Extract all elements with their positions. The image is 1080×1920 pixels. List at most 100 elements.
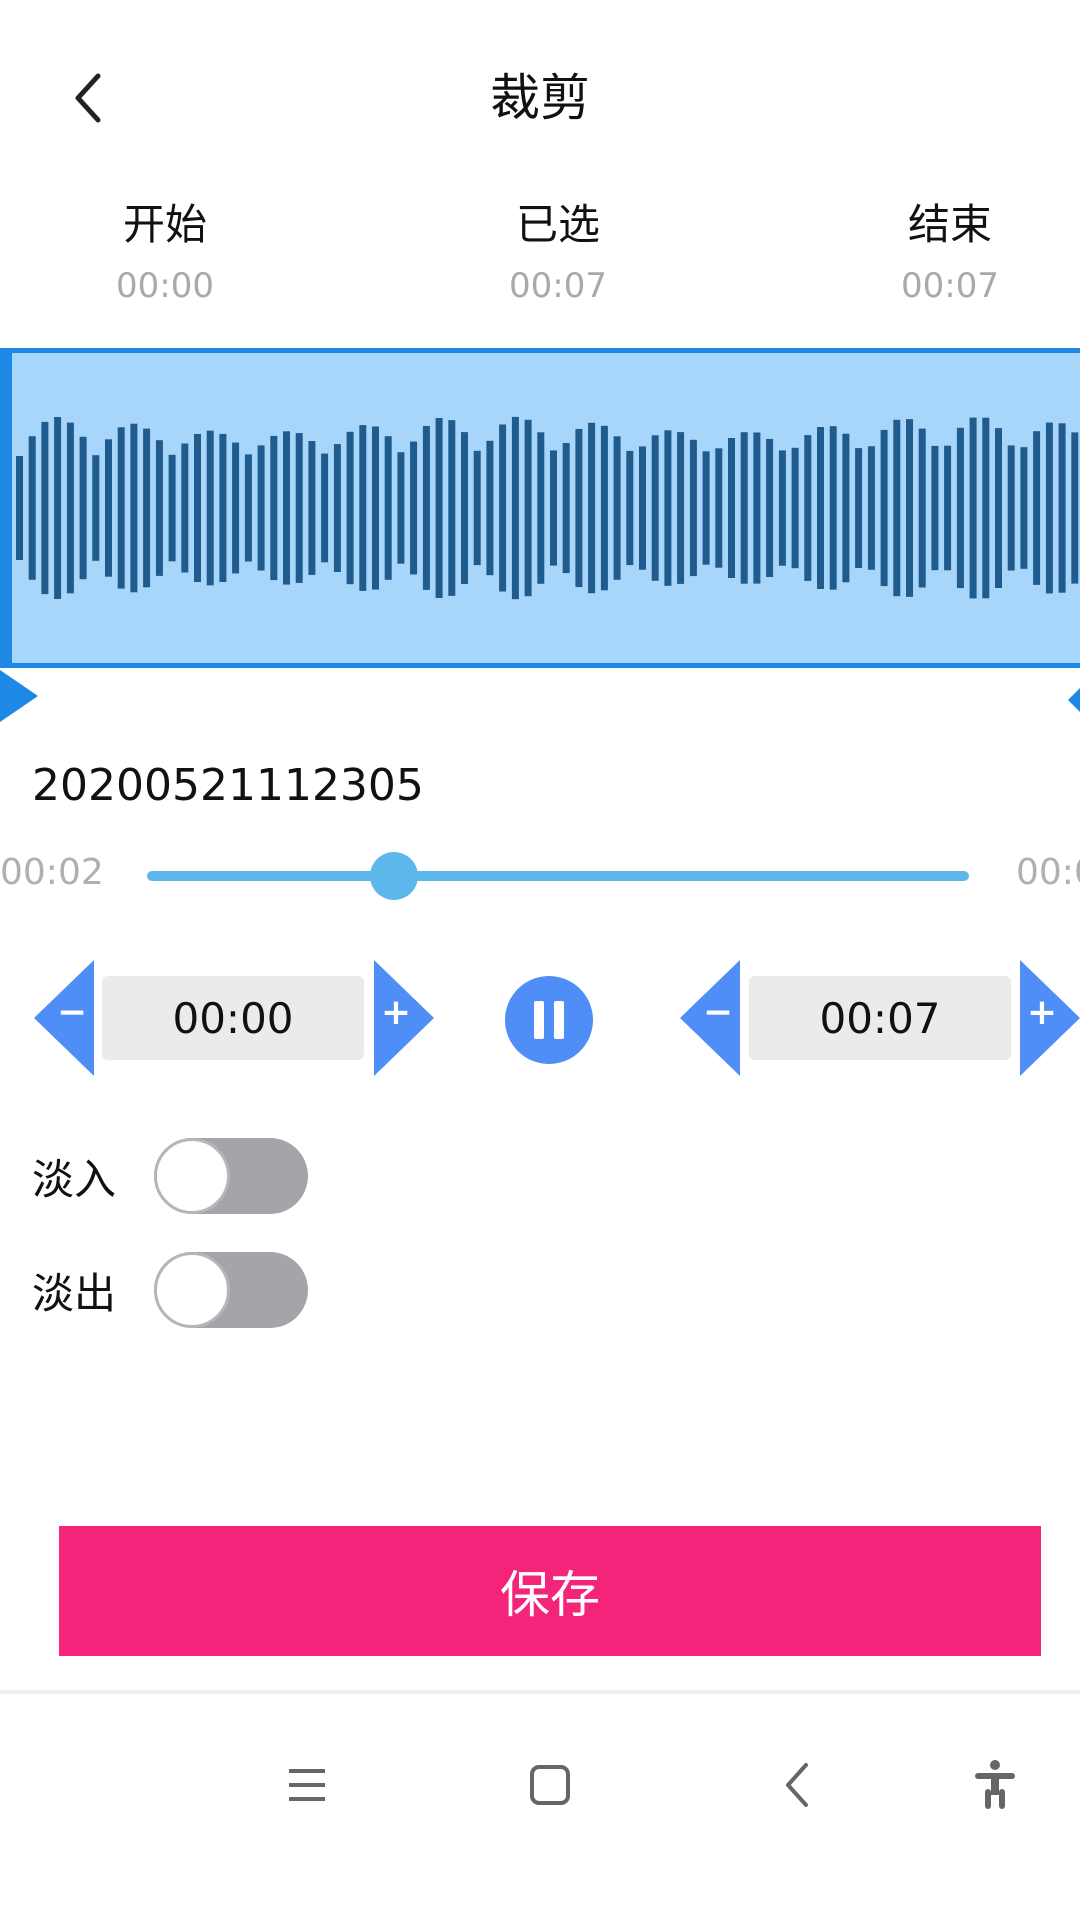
waveform-bar bbox=[918, 428, 926, 588]
nav-accessibility-button[interactable] bbox=[950, 1740, 1040, 1830]
stat-end-time: 00:07 bbox=[901, 266, 999, 306]
fade-in-toggle[interactable] bbox=[154, 1138, 308, 1214]
waveform-bar bbox=[639, 446, 646, 570]
minus-icon: − bbox=[702, 992, 734, 1033]
selection-end-handle[interactable] bbox=[1068, 688, 1080, 712]
waveform-bar bbox=[893, 419, 901, 597]
start-decrement-button[interactable]: − bbox=[34, 960, 94, 1076]
waveform-bar bbox=[448, 420, 456, 596]
end-time-field[interactable]: 00:07 bbox=[749, 976, 1011, 1060]
waveform-bar bbox=[410, 441, 418, 575]
waveform-bar bbox=[1007, 445, 1015, 571]
waveform-bar bbox=[511, 416, 519, 600]
waveform-bar bbox=[257, 445, 265, 571]
waveform-bar bbox=[244, 454, 252, 562]
waveform-bar bbox=[537, 432, 545, 584]
waveform-bar bbox=[664, 430, 672, 586]
playback-current-time: 00:02 bbox=[0, 852, 104, 893]
fade-out-label: 淡出 bbox=[32, 1269, 117, 1318]
waveform-bar bbox=[651, 435, 659, 581]
waveform-bar bbox=[740, 432, 748, 584]
waveform-bar bbox=[283, 431, 290, 585]
start-time-field[interactable]: 00:00 bbox=[102, 976, 364, 1060]
pause-button[interactable] bbox=[505, 976, 593, 1064]
waveform-bar bbox=[473, 450, 481, 566]
waveform-bar bbox=[435, 418, 443, 598]
back-button[interactable] bbox=[52, 58, 124, 138]
end-increment-button[interactable]: + bbox=[1020, 960, 1080, 1076]
stat-start: 开始 00:00 bbox=[50, 195, 280, 311]
waveform-bar bbox=[778, 450, 786, 566]
waveform-bar bbox=[486, 440, 494, 576]
chevron-left-icon bbox=[75, 73, 101, 123]
waveform-bar bbox=[372, 426, 379, 590]
waveform-bar bbox=[766, 438, 774, 577]
waveform-bar bbox=[829, 426, 837, 590]
waveform-bar bbox=[461, 432, 468, 584]
waveform-bar bbox=[715, 448, 723, 568]
home-icon bbox=[530, 1765, 570, 1805]
back-icon bbox=[786, 1763, 808, 1807]
minus-icon: − bbox=[56, 992, 88, 1033]
save-button[interactable]: 保存 bbox=[59, 1526, 1041, 1656]
waveform-bar bbox=[562, 443, 570, 574]
waveform-bar bbox=[931, 445, 939, 571]
waveform-bar bbox=[270, 435, 278, 581]
nav-back-button[interactable] bbox=[753, 1740, 843, 1830]
waveform-bar bbox=[613, 436, 621, 580]
selection-start-handle[interactable] bbox=[0, 670, 38, 722]
toggle-knob bbox=[154, 1138, 230, 1214]
stat-selected: 已选 00:07 bbox=[443, 195, 673, 311]
waveform-bar bbox=[804, 435, 812, 581]
waveform-bar bbox=[321, 453, 329, 563]
waveform-bar bbox=[54, 417, 62, 599]
waveform-bar bbox=[944, 445, 952, 571]
waveform-bar bbox=[702, 451, 710, 565]
waveform-bar bbox=[130, 423, 138, 593]
waveform bbox=[16, 416, 1079, 600]
waveform-bar bbox=[181, 443, 189, 573]
waveform-bar bbox=[817, 427, 824, 589]
waveform-bar bbox=[308, 441, 316, 575]
stat-end-label: 结束 bbox=[907, 200, 992, 249]
waveform-bar bbox=[1071, 432, 1079, 584]
nav-menu-button[interactable] bbox=[262, 1740, 352, 1830]
waveform-bar bbox=[677, 432, 685, 584]
nav-home-button[interactable] bbox=[505, 1740, 595, 1830]
fade-out-toggle[interactable] bbox=[154, 1252, 308, 1328]
waveform-bar bbox=[728, 438, 735, 578]
end-decrement-button[interactable]: − bbox=[680, 960, 740, 1076]
fade-in-label: 淡入 bbox=[32, 1155, 117, 1204]
menu-icon bbox=[289, 1769, 325, 1801]
nav-divider bbox=[0, 1690, 1080, 1694]
waveform-bar bbox=[791, 447, 799, 569]
waveform-bar bbox=[842, 433, 850, 583]
waveform-bar bbox=[333, 444, 341, 572]
waveform-bar bbox=[194, 434, 201, 582]
waveform-bar bbox=[600, 425, 608, 591]
waveform-bar bbox=[1033, 431, 1041, 585]
waveform-bar bbox=[1045, 422, 1053, 594]
start-increment-button[interactable]: + bbox=[374, 960, 434, 1076]
waveform-bar bbox=[66, 422, 74, 594]
stat-start-time: 00:00 bbox=[116, 266, 214, 306]
playback-seek-thumb[interactable] bbox=[369, 852, 418, 900]
waveform-selection[interactable] bbox=[0, 348, 1080, 668]
waveform-bar bbox=[92, 455, 100, 561]
plus-icon: + bbox=[1026, 992, 1058, 1033]
waveform-bar bbox=[232, 442, 240, 574]
waveform-bar bbox=[1058, 423, 1066, 593]
waveform-bar bbox=[524, 419, 532, 597]
toggle-knob bbox=[154, 1252, 230, 1328]
waveform-bar bbox=[206, 430, 214, 586]
waveform-bar bbox=[588, 422, 596, 594]
waveform-bar bbox=[359, 425, 367, 591]
page-title: 裁剪 bbox=[490, 69, 590, 127]
playback-seek-track[interactable] bbox=[147, 871, 969, 881]
waveform-bar bbox=[346, 431, 354, 585]
waveform-bar bbox=[867, 446, 875, 570]
waveform-bar bbox=[753, 432, 761, 584]
waveform-bar bbox=[397, 452, 405, 564]
waveform-bar bbox=[155, 440, 163, 576]
stat-start-label: 开始 bbox=[122, 200, 207, 249]
